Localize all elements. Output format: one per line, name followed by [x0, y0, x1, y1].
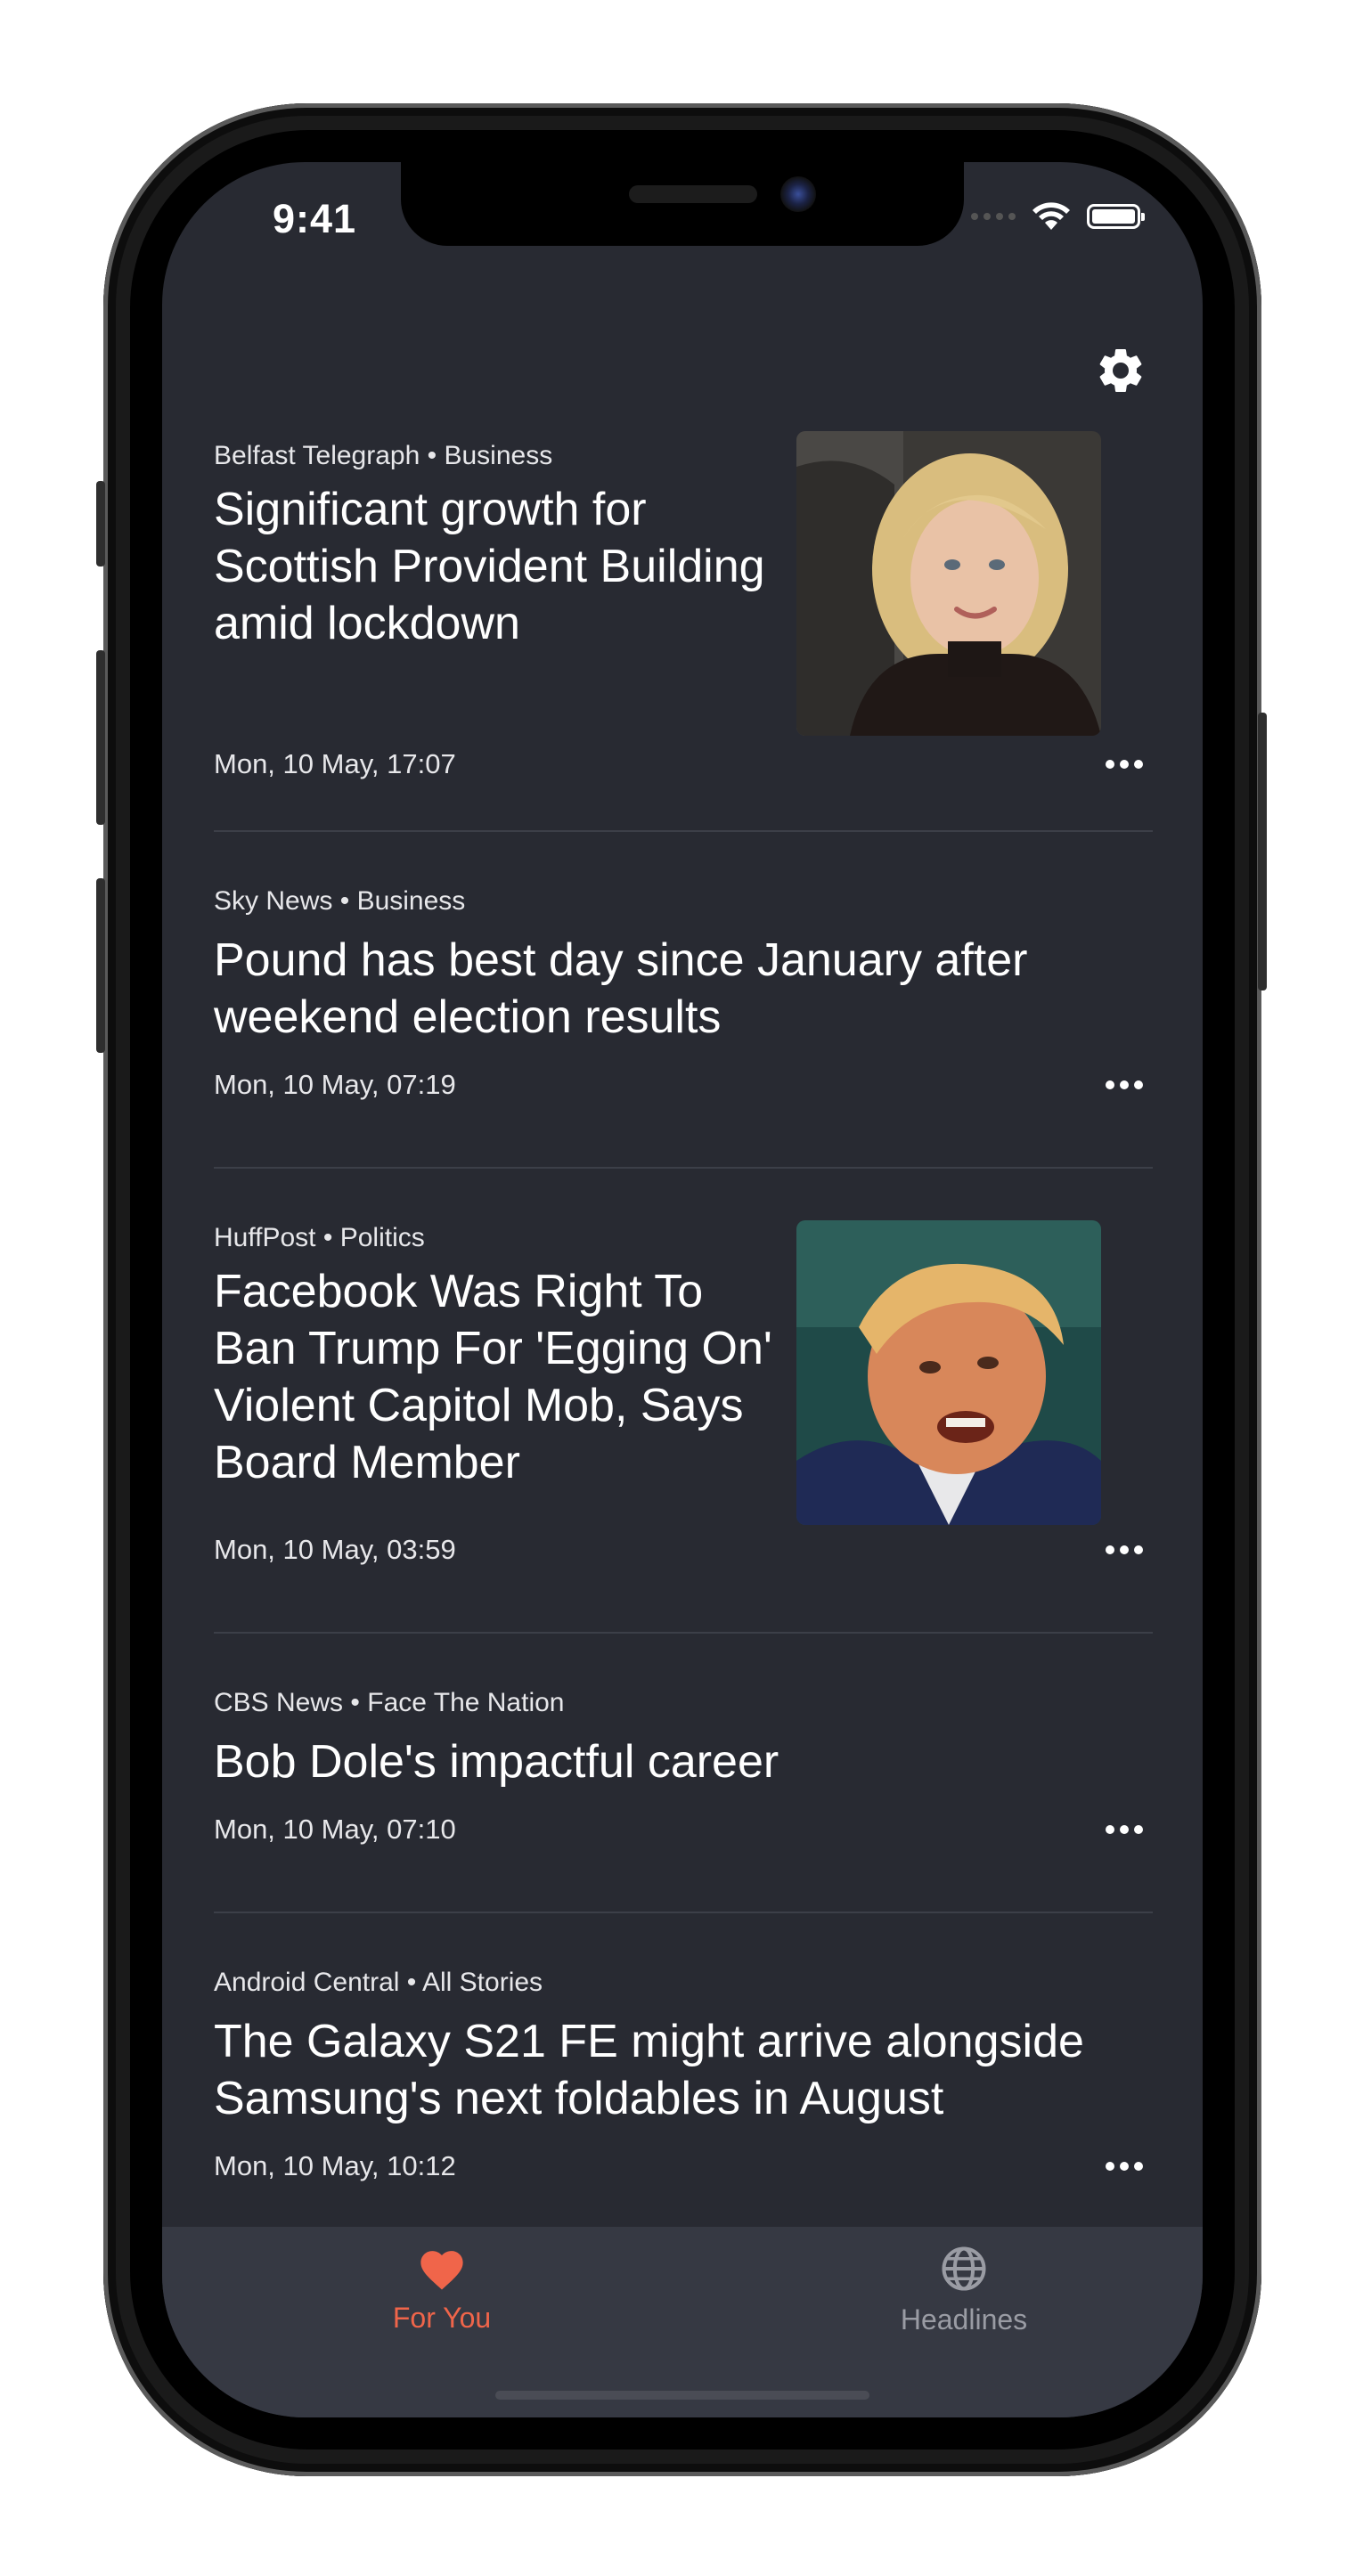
- article-thumbnail[interactable]: [796, 1220, 1101, 1525]
- article-thumbnail[interactable]: [796, 431, 1101, 736]
- article-card[interactable]: Belfast Telegraph • Business Significant…: [214, 431, 1153, 832]
- article-source: Sky News: [214, 886, 333, 916]
- article-section: Face The Nation: [367, 1688, 565, 1717]
- silent-switch: [96, 481, 105, 567]
- article-title[interactable]: Bob Dole's impactful career: [214, 1733, 1105, 1790]
- article-title[interactable]: The Galaxy S21 FE might arrive alongside…: [214, 2013, 1153, 2127]
- article-section: Business: [444, 441, 553, 470]
- article-card[interactable]: Sky News • Business Pound has best day s…: [214, 832, 1153, 1169]
- heart-icon: [420, 2251, 463, 2290]
- article-title[interactable]: Significant growth for Scottish Providen…: [214, 481, 766, 652]
- article-card[interactable]: Android Central • All Stories The Galaxy…: [214, 1913, 1153, 2234]
- article-date: Mon, 10 May, 10:12: [214, 2150, 456, 2181]
- article-meta: CBS News • Face The Nation: [214, 1634, 1153, 1721]
- more-options-button[interactable]: [1096, 1067, 1153, 1103]
- notch: [401, 162, 964, 246]
- portrait-woman-image: [796, 431, 1101, 736]
- article-source: Android Central: [214, 1968, 400, 1997]
- article-card[interactable]: CBS News • Face The Nation Bob Dole's im…: [214, 1634, 1153, 1913]
- gear-icon: [1099, 348, 1142, 392]
- article-date: Mon, 10 May, 07:19: [214, 1069, 456, 1100]
- wifi-icon: [1032, 202, 1070, 230]
- article-title[interactable]: Pound has best day since January after w…: [214, 932, 1105, 1046]
- home-indicator[interactable]: [495, 2391, 869, 2400]
- article-card[interactable]: HuffPost • Politics Facebook Was Right T…: [214, 1169, 1153, 1634]
- earpiece-speaker: [629, 185, 757, 203]
- tab-for-you[interactable]: For You: [326, 2245, 558, 2360]
- more-options-button[interactable]: [1096, 1532, 1153, 1568]
- tab-headlines[interactable]: Headlines: [848, 2245, 1080, 2360]
- article-source: CBS News: [214, 1688, 344, 1717]
- front-camera: [780, 176, 816, 212]
- article-section: Business: [356, 886, 466, 916]
- article-date: Mon, 10 May, 07:10: [214, 1814, 456, 1845]
- meta-separator: •: [406, 1968, 417, 1997]
- tab-label: For You: [392, 2302, 492, 2334]
- meta-separator: •: [339, 886, 350, 916]
- article-section: All Stories: [422, 1968, 543, 1997]
- globe-icon: [942, 2246, 986, 2291]
- article-meta: Sky News • Business: [214, 832, 1153, 919]
- tab-label: Headlines: [900, 2303, 1028, 2336]
- app-screen: 9:41 Belfast Telegraph • Business Signif…: [162, 162, 1203, 2417]
- battery-icon: [1087, 204, 1145, 229]
- volume-down-button: [96, 878, 105, 1053]
- status-icons: [971, 201, 1145, 232]
- portrait-man-image: [796, 1220, 1101, 1525]
- meta-separator: •: [350, 1688, 360, 1717]
- article-date: Mon, 10 May, 17:07: [214, 748, 456, 779]
- meta-separator: •: [322, 1223, 333, 1252]
- more-options-button[interactable]: [1096, 746, 1153, 782]
- more-options-button[interactable]: [1096, 1812, 1153, 1847]
- meta-separator: •: [427, 441, 437, 470]
- tab-bar: For You Headlines: [162, 2227, 1203, 2417]
- article-title[interactable]: Facebook Was Right To Ban Trump For 'Egg…: [214, 1263, 784, 1491]
- article-meta: Android Central • All Stories: [214, 1913, 1153, 2001]
- cellular-signal-icon: [971, 213, 1016, 220]
- settings-button[interactable]: [1094, 344, 1147, 397]
- article-source: Belfast Telegraph: [214, 441, 420, 470]
- article-section: Politics: [339, 1223, 425, 1252]
- status-time: 9:41: [273, 196, 357, 241]
- article-source: HuffPost: [214, 1223, 316, 1252]
- article-date: Mon, 10 May, 03:59: [214, 1534, 456, 1565]
- more-options-button[interactable]: [1096, 2148, 1153, 2184]
- power-button: [1258, 713, 1267, 990]
- volume-up-button: [96, 650, 105, 825]
- news-feed: Belfast Telegraph • Business Significant…: [214, 431, 1153, 2234]
